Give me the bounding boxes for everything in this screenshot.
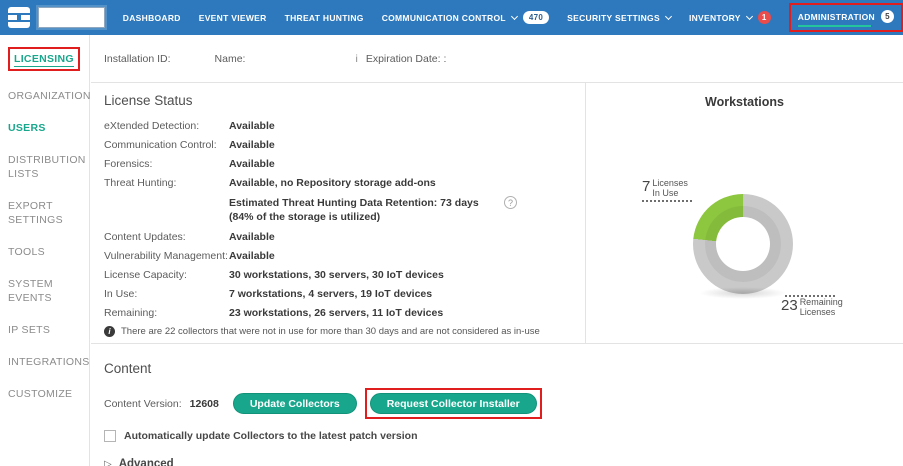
workstations-chart-panel: Workstations 7 Licenses In Use 23 Remain… — [585, 83, 903, 343]
note-text: There are 22 collectors that were not in… — [121, 326, 540, 338]
license-row-threat-hunting: Threat Hunting: Available, no Repository… — [104, 177, 436, 189]
nav-item-inventory[interactable]: INVENTORY 1 — [689, 11, 771, 24]
nav-item-label: THREAT HUNTING — [284, 12, 364, 23]
license-status-title: License Status — [104, 93, 193, 108]
main-content: Installation ID: Name: i Expiration Date… — [91, 35, 903, 466]
donut-shadow — [699, 287, 787, 299]
expiration-date-label: Expiration Date: : — [365, 52, 447, 65]
nav-item-security-settings[interactable]: SECURITY SETTINGS — [567, 12, 672, 23]
chevron-down-icon — [745, 12, 753, 21]
license-columns: License Status eXtended Detection: Avail… — [91, 83, 903, 344]
sidebar-item-distribution-lists[interactable]: DISTRIBUTION LISTS — [8, 153, 86, 181]
content-title: Content — [104, 361, 152, 376]
installation-id-label: Installation ID: — [104, 52, 171, 65]
request-collector-installer-button[interactable]: Request Collector Installer — [369, 393, 537, 414]
help-icon[interactable]: ? — [504, 196, 517, 209]
in-use-callout: 7 Licenses In Use — [642, 178, 692, 202]
annotation-box: Request Collector Installer — [364, 388, 542, 419]
license-row-communication-control: Communication Control: Available — [104, 139, 275, 151]
auto-update-checkbox[interactable] — [104, 430, 116, 442]
fortinet-logo-icon — [8, 7, 30, 28]
info-icon: i — [104, 326, 115, 338]
redacted-name-box — [38, 7, 105, 28]
content-section: Content Content Version: 12608 Update Co… — [91, 344, 903, 466]
nav-item-label: SECURITY SETTINGS — [567, 12, 660, 23]
update-collectors-button[interactable]: Update Collectors — [232, 393, 357, 414]
top-nav: DASHBOARD EVENT VIEWER THREAT HUNTING CO… — [0, 0, 903, 35]
license-row-in-use: In Use: 7 workstations, 4 servers, 19 Io… — [104, 288, 433, 301]
remaining-callout: 23 Remaining Licenses — [781, 295, 843, 317]
donut-hole — [716, 217, 770, 271]
advanced-toggle[interactable]: ▷ Advanced — [104, 458, 903, 466]
in-use-value: 7 — [642, 178, 651, 195]
sidebar-item-export-settings[interactable]: EXPORT SETTINGS — [8, 199, 86, 227]
count-badge: 470 — [522, 11, 550, 24]
auto-update-label: Automatically update Collectors to the l… — [124, 430, 418, 442]
sidebar-item-system-events[interactable]: SYSTEM EVENTS — [8, 277, 86, 305]
nav-item-label: INVENTORY — [688, 12, 741, 23]
collectors-note: i There are 22 collectors that were not … — [104, 326, 585, 338]
installation-info-bar: Installation ID: Name: i Expiration Date… — [91, 35, 903, 83]
sidebar-item-customize[interactable]: CUSTOMIZE — [8, 387, 86, 401]
nav-menu: DASHBOARD EVENT VIEWER THREAT HUNTING CO… — [123, 3, 903, 32]
nav-item-label: DASHBOARD — [122, 12, 181, 23]
stray-text: i — [355, 52, 358, 65]
remaining-value: 23 — [781, 297, 798, 314]
annotation-box: LICENSING — [8, 47, 80, 71]
count-badge: 5 — [881, 10, 894, 23]
license-row-vulnerability-management: Vulnerability Management: Available — [104, 250, 275, 263]
sidebar-item-tools[interactable]: TOOLS — [8, 245, 86, 259]
sidebar-item-licensing[interactable]: LICENSING — [8, 47, 86, 71]
advanced-label: Advanced — [118, 458, 174, 466]
sidebar: LICENSING ORGANIZATIONS USERS DISTRIBUTI… — [0, 35, 98, 466]
license-row-content-updates: Content Updates: Available — [104, 231, 275, 244]
name-label: Name: — [214, 52, 246, 65]
nav-item-communication-control[interactable]: COMMUNICATION CONTROL 470 — [381, 11, 550, 24]
license-row-forensics: Forensics: Available — [104, 158, 275, 170]
nav-item-administration[interactable]: ADMINISTRATION 5 — [788, 3, 903, 32]
alert-count-badge: 1 — [757, 11, 771, 24]
sidebar-item-label: LICENSING — [14, 53, 74, 67]
content-version-value: 12608 — [189, 397, 219, 410]
sidebar-item-integrations[interactable]: INTEGRATIONS — [8, 355, 89, 369]
sidebar-item-organizations[interactable]: ORGANIZATIONS — [8, 89, 98, 103]
chart-title: Workstations — [705, 95, 784, 109]
nav-item-label: ADMINISTRATION — [797, 11, 875, 22]
active-tab-underline — [797, 25, 871, 27]
chevron-down-icon — [664, 12, 672, 21]
sidebar-item-users[interactable]: USERS — [8, 121, 86, 135]
license-row-remaining: Remaining: 23 workstations, 26 servers, … — [104, 307, 444, 320]
license-status-section: License Status eXtended Detection: Avail… — [91, 83, 585, 343]
licensing-page: DASHBOARD EVENT VIEWER THREAT HUNTING CO… — [0, 0, 903, 466]
license-row-extended-detection: eXtended Detection: Available — [104, 120, 275, 132]
sidebar-item-ip-sets[interactable]: IP SETS — [8, 323, 86, 337]
license-row-license-capacity: License Capacity: 30 workstations, 30 se… — [104, 269, 444, 282]
nav-item-dashboard[interactable]: DASHBOARD — [123, 13, 181, 23]
content-version-label: Content Version: — [104, 397, 182, 410]
content-version-row: Content Version: 12608 Update Collectors… — [104, 388, 903, 419]
donut-ring — [693, 194, 793, 294]
nav-item-event-viewer[interactable]: EVENT VIEWER — [199, 13, 267, 23]
nav-item-threat-hunting[interactable]: THREAT HUNTING — [285, 13, 364, 23]
callout-dotted-line — [642, 200, 692, 202]
nav-item-label: COMMUNICATION CONTROL — [381, 12, 506, 23]
license-row-retention: Estimated Threat Hunting Data Retention:… — [104, 196, 585, 224]
auto-update-row: Automatically update Collectors to the l… — [104, 430, 903, 442]
expand-arrow-icon: ▷ — [104, 458, 112, 466]
chevron-down-icon — [510, 12, 518, 21]
nav-item-label: EVENT VIEWER — [198, 12, 267, 23]
